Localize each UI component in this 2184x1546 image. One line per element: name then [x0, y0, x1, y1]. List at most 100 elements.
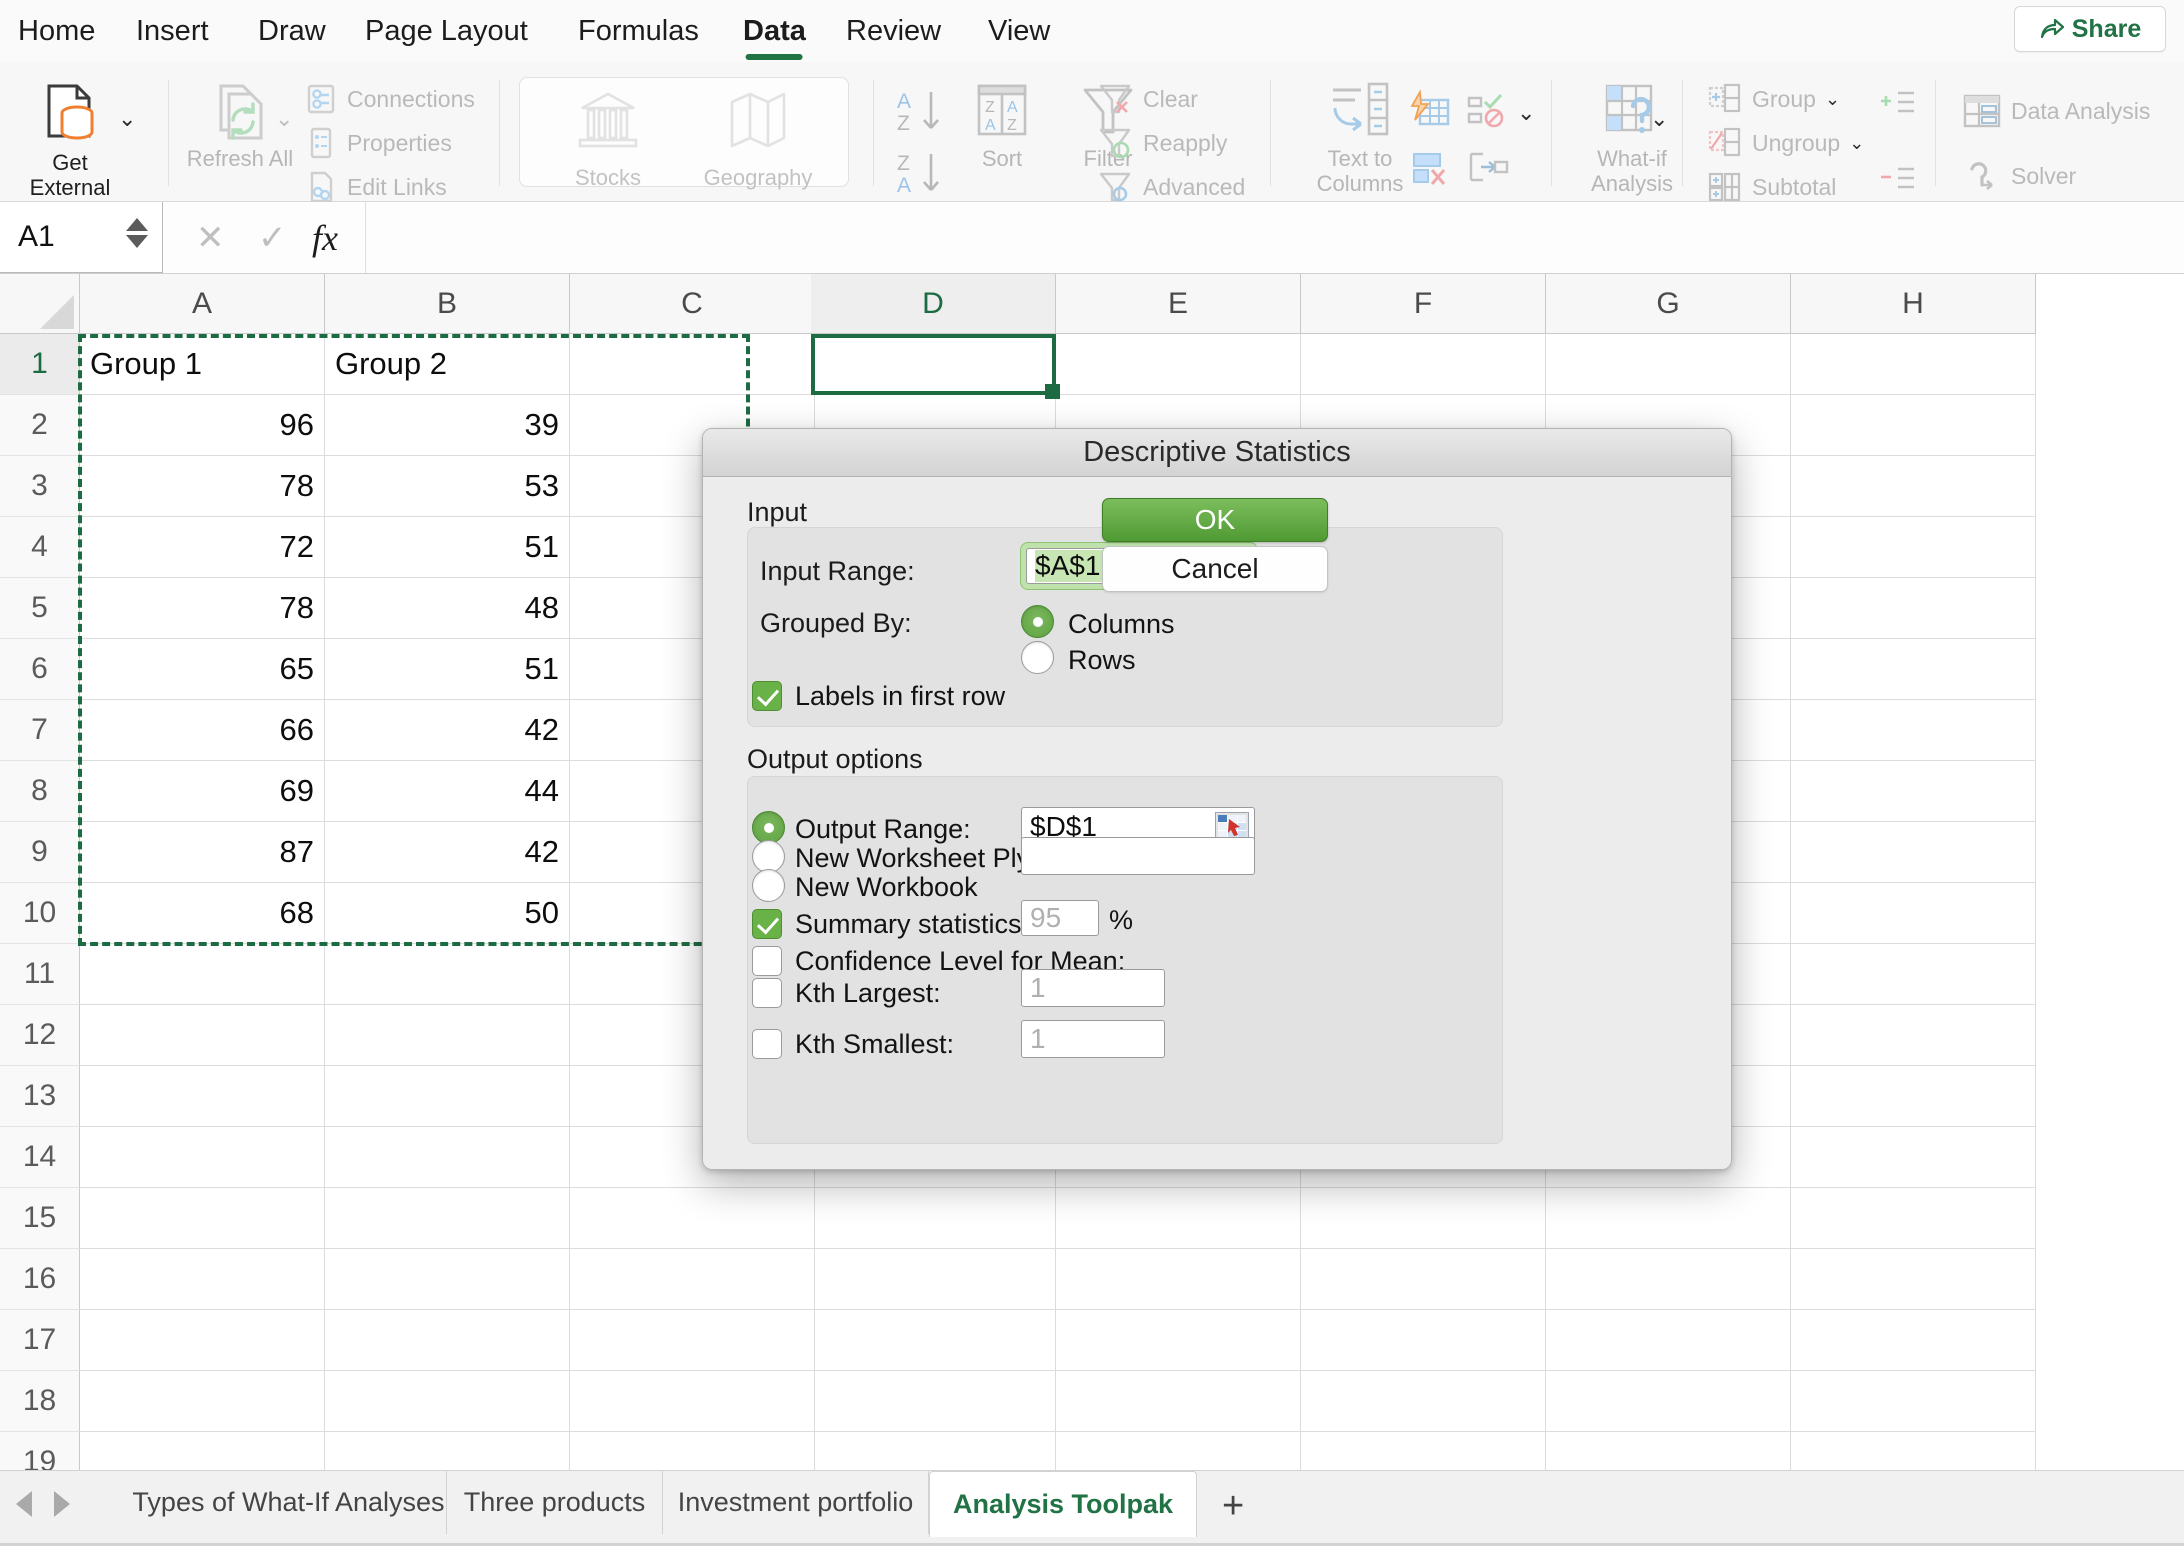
cell-H18[interactable] — [1791, 1371, 2036, 1432]
row-header-9[interactable]: 9 — [0, 822, 80, 883]
sort-ascending-button[interactable]: A Z — [893, 86, 949, 143]
cell-B9[interactable]: 42 — [325, 822, 570, 883]
ribbon-tab-formulas[interactable]: Formulas — [578, 0, 699, 62]
column-header-e[interactable]: E — [1056, 274, 1301, 334]
cell-D17[interactable] — [811, 1310, 1056, 1371]
cell-H17[interactable] — [1791, 1310, 2036, 1371]
group-button[interactable]: Group ⌄ — [1707, 82, 1840, 116]
cell-A5[interactable]: 78 — [80, 578, 325, 639]
sheet-nav-right-icon[interactable] — [54, 1491, 70, 1517]
cell-C16[interactable] — [570, 1249, 815, 1310]
cell-H14[interactable] — [1791, 1127, 2036, 1188]
refresh-all-chevron-down-icon[interactable]: ⌄ — [275, 106, 293, 132]
row-header-13[interactable]: 13 — [0, 1066, 80, 1127]
ok-button[interactable]: OK — [1102, 498, 1328, 542]
ribbon-tab-draw[interactable]: Draw — [258, 0, 326, 62]
cell-H3[interactable] — [1791, 456, 2036, 517]
cell-H19[interactable] — [1791, 1432, 2036, 1470]
grouped-by-rows-label[interactable]: Rows — [1068, 645, 1136, 676]
confidence-percent-input[interactable]: 95 — [1021, 900, 1099, 936]
cell-B1[interactable]: Group 2 — [325, 334, 570, 395]
cell-A16[interactable] — [80, 1249, 325, 1310]
cell-C17[interactable] — [570, 1310, 815, 1371]
ribbon-tab-page-layout[interactable]: Page Layout — [365, 0, 528, 62]
row-header-6[interactable]: 6 — [0, 639, 80, 700]
cell-B19[interactable] — [325, 1432, 570, 1470]
row-header-14[interactable]: 14 — [0, 1127, 80, 1188]
cell-A2[interactable]: 96 — [80, 395, 325, 456]
column-header-a[interactable]: A — [80, 274, 325, 334]
summary-statistics-label[interactable]: Summary statistics — [795, 909, 1022, 940]
cell-B11[interactable] — [325, 944, 570, 1005]
confirm-entry-icon[interactable]: ✓ — [258, 218, 287, 258]
cell-B4[interactable]: 51 — [325, 517, 570, 578]
row-header-4[interactable]: 4 — [0, 517, 80, 578]
new-worksheet-ply-label[interactable]: New Worksheet Ply: — [795, 843, 1038, 874]
row-header-3[interactable]: 3 — [0, 456, 80, 517]
cell-B18[interactable] — [325, 1371, 570, 1432]
cell-H2[interactable] — [1791, 395, 2036, 456]
cell-H4[interactable] — [1791, 517, 2036, 578]
cell-B15[interactable] — [325, 1188, 570, 1249]
name-box[interactable]: A1 — [0, 202, 163, 273]
cell-C18[interactable] — [570, 1371, 815, 1432]
cell-G16[interactable] — [1546, 1249, 1791, 1310]
cell-A19[interactable] — [80, 1432, 325, 1470]
cell-H12[interactable] — [1791, 1005, 2036, 1066]
kth-largest-label[interactable]: Kth Largest: — [795, 978, 941, 1009]
cell-F16[interactable] — [1301, 1249, 1546, 1310]
cell-A7[interactable]: 66 — [80, 700, 325, 761]
row-header-19[interactable]: 19 — [0, 1432, 80, 1470]
grouped-by-rows-radio[interactable] — [1021, 641, 1054, 674]
cell-E19[interactable] — [1056, 1432, 1301, 1470]
ribbon-tab-data[interactable]: Data — [743, 0, 806, 62]
kth-smallest-input[interactable]: 1 — [1021, 1020, 1165, 1058]
cell-A12[interactable] — [80, 1005, 325, 1066]
cell-B3[interactable]: 53 — [325, 456, 570, 517]
cell-H5[interactable] — [1791, 578, 2036, 639]
cell-A14[interactable] — [80, 1127, 325, 1188]
flash-fill-button[interactable] — [1408, 89, 1452, 135]
group-chevron-down-icon[interactable]: ⌄ — [1825, 89, 1840, 110]
cell-A11[interactable] — [80, 944, 325, 1005]
data-validation-button[interactable] — [1465, 90, 1509, 135]
sheet-tab-analysis-toolpak[interactable]: Analysis Toolpak — [929, 1471, 1197, 1537]
cell-E16[interactable] — [1056, 1249, 1301, 1310]
kth-largest-field-wrapper[interactable]: 1 — [1021, 969, 1165, 1007]
kth-smallest-label[interactable]: Kth Smallest: — [795, 1029, 954, 1060]
cell-A9[interactable]: 87 — [80, 822, 325, 883]
new-worksheet-ply-field-wrapper[interactable] — [1021, 837, 1255, 875]
row-header-1[interactable]: 1 — [0, 334, 80, 395]
row-header-8[interactable]: 8 — [0, 761, 80, 822]
confidence-percent-field-wrapper[interactable]: 95 — [1021, 900, 1099, 936]
ribbon-tab-review[interactable]: Review — [846, 0, 941, 62]
new-workbook-label[interactable]: New Workbook — [795, 872, 978, 903]
remove-duplicates-button[interactable] — [1408, 150, 1452, 195]
cell-F18[interactable] — [1301, 1371, 1546, 1432]
column-header-c[interactable]: C — [570, 274, 815, 334]
cell-D16[interactable] — [811, 1249, 1056, 1310]
column-header-d[interactable]: D — [811, 274, 1056, 334]
cell-H10[interactable] — [1791, 883, 2036, 944]
insert-function-icon[interactable]: fx — [312, 217, 338, 259]
cell-F1[interactable] — [1301, 334, 1546, 395]
ribbon-tab-view[interactable]: View — [988, 0, 1050, 62]
ungroup-chevron-down-icon[interactable]: ⌄ — [1849, 133, 1864, 154]
subtotal-button[interactable]: Subtotal — [1707, 170, 1836, 204]
kth-largest-checkbox[interactable] — [752, 978, 782, 1008]
cell-E15[interactable] — [1056, 1188, 1301, 1249]
data-tools-chevron-down-icon[interactable]: ⌄ — [1517, 100, 1535, 126]
cell-D18[interactable] — [811, 1371, 1056, 1432]
cell-D19[interactable] — [811, 1432, 1056, 1470]
cell-H16[interactable] — [1791, 1249, 2036, 1310]
hide-detail-button[interactable] — [1878, 162, 1918, 201]
labels-in-first-row-label[interactable]: Labels in first row — [795, 681, 1005, 712]
advanced-filter-button[interactable]: Advanced — [1098, 170, 1245, 204]
summary-statistics-checkbox[interactable] — [752, 909, 782, 939]
cell-G18[interactable] — [1546, 1371, 1791, 1432]
row-header-10[interactable]: 10 — [0, 883, 80, 944]
cell-B7[interactable]: 42 — [325, 700, 570, 761]
solver-button[interactable]: Solver — [1962, 157, 2076, 195]
cell-B6[interactable]: 51 — [325, 639, 570, 700]
add-sheet-button[interactable]: + — [1222, 1485, 1244, 1528]
